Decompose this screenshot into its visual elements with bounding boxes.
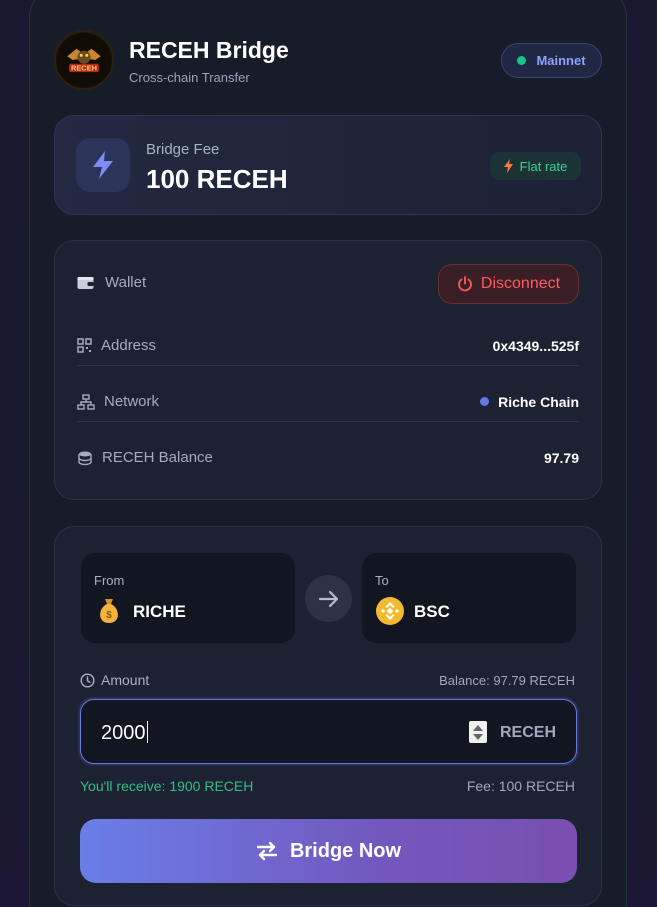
fee-value: 100 RECEH [146, 164, 288, 194]
transfer-panel: From $ RICHE To BSC Amount Balance: 97.7… [54, 526, 602, 906]
address-label: Address [101, 337, 157, 354]
app-subtitle: Cross-chain Transfer [129, 70, 250, 85]
swap-direction-button[interactable] [305, 575, 352, 622]
app-title: RECEH Bridge [129, 37, 289, 63]
divider [77, 365, 579, 366]
balance-label: RECEH Balance [102, 449, 213, 466]
clock-icon [80, 672, 95, 688]
bnb-icon [376, 597, 404, 625]
amount-input[interactable]: 2000 RECEH [80, 699, 577, 764]
flat-rate-label: Flat rate [519, 158, 568, 174]
wallet-panel: Wallet Disconnect Address 0x4349...525f [54, 240, 602, 500]
to-chain-selector[interactable]: To BSC [362, 553, 576, 643]
swap-arrows-icon [256, 841, 278, 861]
bridge-now-button[interactable]: Bridge Now [80, 819, 577, 883]
disconnect-button[interactable]: Disconnect [438, 264, 579, 304]
network-dot-icon [480, 397, 490, 406]
fee-panel: Bridge Fee 100 RECEH Flat rate [54, 115, 602, 215]
bolt-icon [503, 159, 513, 173]
amount-label-group: Amount [80, 672, 149, 688]
arrow-right-icon [318, 590, 338, 607]
decrement-arrow-icon[interactable] [473, 733, 483, 740]
status-dot-icon [517, 56, 527, 65]
amount-unit: RECEH [499, 724, 556, 741]
available-balance: Balance: 97.79 RECEH [439, 673, 575, 688]
bridge-now-label: Bridge Now [289, 839, 402, 862]
money-bag-icon: $ [100, 599, 118, 623]
coins-icon [78, 451, 92, 465]
wallet-title: Wallet [105, 274, 147, 291]
flat-rate-badge: Flat rate [490, 152, 581, 180]
amount-value: 2000 [101, 722, 146, 744]
network-value: Riche Chain [498, 393, 579, 410]
amount-label: Amount [101, 672, 150, 688]
network-label: Network [104, 393, 160, 410]
from-caption: From [94, 573, 125, 588]
to-caption: To [375, 573, 389, 588]
from-chain-selector[interactable]: From $ RICHE [81, 553, 295, 643]
balance-row: RECEH Balance 97.79 [77, 449, 579, 466]
network-row: Network Riche Chain [77, 393, 579, 410]
address-value[interactable]: 0x4349...525f [493, 338, 579, 354]
receh-logo: RECEH [54, 30, 114, 90]
lightning-icon [76, 138, 130, 192]
text-caret [146, 721, 148, 743]
to-chain-name: BSC [414, 602, 450, 621]
svg-text:RECEH: RECEH [71, 64, 97, 73]
wallet-icon [77, 276, 94, 289]
increment-arrow-icon[interactable] [473, 724, 483, 731]
network-badge-label: Mainnet [536, 53, 586, 68]
fee-amount: Fee: 100 RECEH [466, 778, 575, 794]
network-badge[interactable]: Mainnet [501, 43, 602, 78]
svg-text:$: $ [106, 610, 112, 621]
qr-icon [77, 338, 92, 353]
power-icon [458, 276, 472, 292]
disconnect-label: Disconnect [480, 275, 561, 292]
address-row: Address 0x4349...525f [77, 337, 579, 354]
balance-value: 97.79 [543, 449, 579, 466]
network-icon [77, 393, 95, 410]
receive-amount: You'll receive: 1900 RECEH [80, 778, 254, 794]
divider [77, 421, 579, 422]
from-chain-name: RICHE [133, 602, 186, 621]
number-spinner[interactable] [469, 721, 487, 743]
fee-label: Bridge Fee [146, 141, 220, 158]
